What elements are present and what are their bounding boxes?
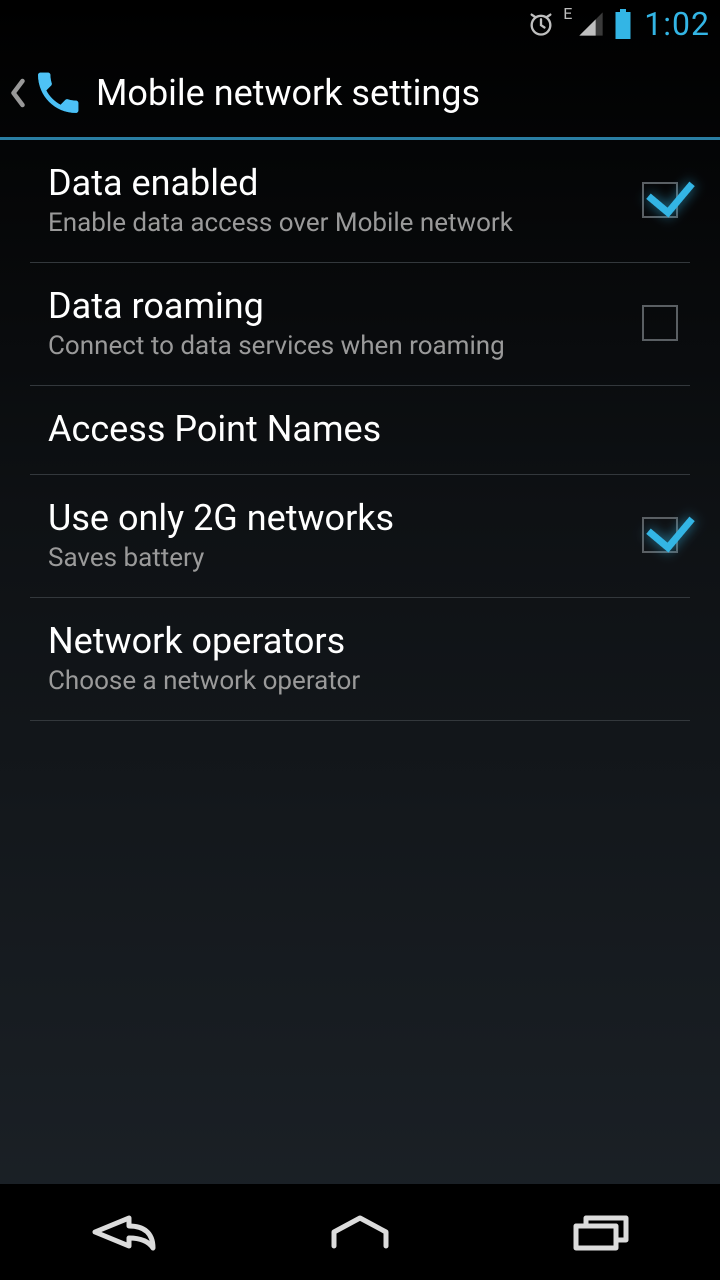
checkbox-only-2g[interactable]: [642, 517, 678, 553]
nav-recents-button[interactable]: [520, 1197, 680, 1267]
setting-title: Use only 2G networks: [48, 497, 620, 539]
setting-summary: Saves battery: [48, 543, 620, 573]
setting-texts: Network operators Choose a network opera…: [48, 620, 690, 696]
network-type-label: E: [563, 4, 572, 23]
page-title: Mobile network settings: [96, 72, 480, 114]
navigation-bar: [0, 1184, 720, 1280]
signal-icon: [576, 10, 606, 38]
setting-title: Network operators: [48, 620, 690, 662]
setting-data-roaming[interactable]: Data roaming Connect to data services wh…: [30, 263, 690, 386]
setting-summary: Connect to data services when roaming: [48, 331, 620, 361]
setting-only-2g[interactable]: Use only 2G networks Saves battery: [30, 475, 690, 598]
checkbox-data-roaming[interactable]: [642, 305, 678, 341]
setting-summary: Enable data access over Mobile network: [48, 208, 620, 238]
status-clock: 1:02: [644, 5, 710, 43]
status-bar: E 1:02: [0, 0, 720, 48]
back-icon: [75, 1210, 165, 1254]
setting-title: Data enabled: [48, 162, 620, 204]
setting-texts: Access Point Names: [48, 408, 690, 450]
setting-data-enabled[interactable]: Data enabled Enable data access over Mob…: [30, 140, 690, 263]
setting-texts: Data roaming Connect to data services wh…: [48, 285, 620, 361]
setting-control: [630, 517, 690, 553]
setting-summary: Choose a network operator: [48, 666, 690, 696]
battery-icon: [614, 9, 632, 39]
action-bar[interactable]: Mobile network settings: [0, 48, 720, 140]
setting-title: Access Point Names: [48, 408, 690, 450]
alarm-icon: [527, 10, 555, 38]
setting-network-operators[interactable]: Network operators Choose a network opera…: [30, 598, 690, 721]
setting-apn[interactable]: Access Point Names: [30, 386, 690, 475]
setting-texts: Use only 2G networks Saves battery: [48, 497, 620, 573]
back-caret-icon: [8, 73, 28, 113]
setting-texts: Data enabled Enable data access over Mob…: [48, 162, 620, 238]
home-icon: [320, 1210, 400, 1254]
nav-home-button[interactable]: [280, 1197, 440, 1267]
setting-title: Data roaming: [48, 285, 620, 327]
screen: E 1:02: [0, 0, 720, 1280]
checkbox-data-enabled[interactable]: [642, 182, 678, 218]
recents-icon: [564, 1210, 636, 1254]
phone-icon: [30, 65, 86, 121]
settings-list: Data enabled Enable data access over Mob…: [0, 140, 720, 1184]
setting-control: [630, 305, 690, 341]
nav-back-button[interactable]: [40, 1197, 200, 1267]
setting-control: [630, 182, 690, 218]
